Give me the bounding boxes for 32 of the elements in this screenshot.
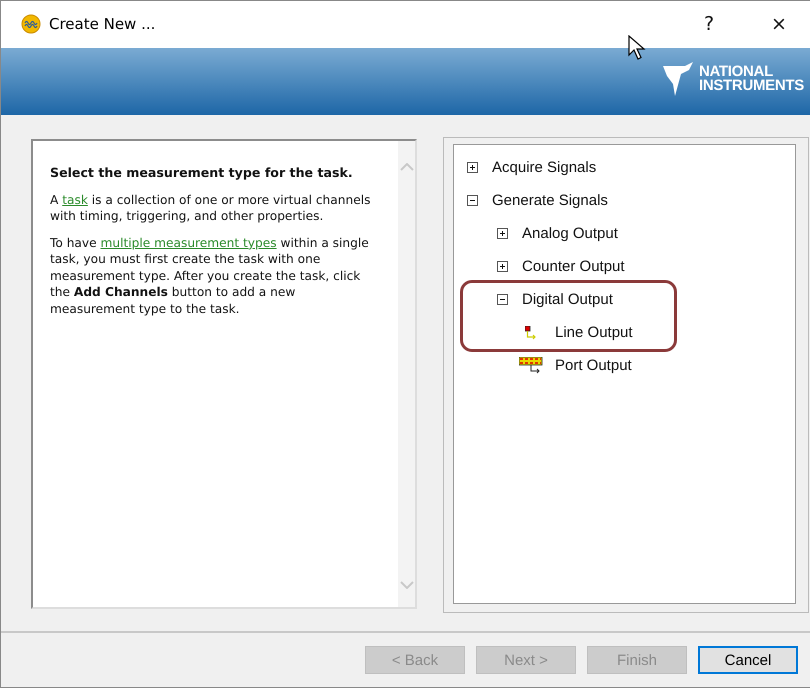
tree-row[interactable]: Digital Output [463, 283, 674, 316]
tree-item[interactable]: Counter Output [522, 258, 625, 276]
tree-row[interactable]: Analog Output [454, 217, 795, 250]
app-icon [21, 14, 41, 34]
tree-row[interactable]: Counter Output [454, 250, 795, 284]
collapse-icon[interactable] [497, 294, 508, 306]
collapse-icon[interactable] [467, 195, 478, 206]
close-button[interactable]: × [748, 1, 810, 48]
tree-item[interactable]: Port Output [555, 357, 632, 374]
help-button[interactable]: ? [678, 1, 740, 48]
dialog-button[interactable]: Cancel [698, 646, 798, 674]
expand-icon[interactable] [497, 261, 508, 272]
digital-line-icon [525, 326, 537, 340]
logo-text: NATIONAL INSTRUMENTS [698, 64, 804, 93]
tree-item[interactable]: Generate Signals [492, 192, 608, 210]
help-paragraph: A task is a collection of one or more virtual channels with timing, triggering, and other properties. [50, 192, 372, 225]
tree-item[interactable]: Line Output [555, 324, 633, 342]
help-heading: Select the measurement type for the task. [50, 165, 354, 182]
tree-row[interactable]: Line Output [463, 316, 674, 350]
expand-icon[interactable] [467, 162, 478, 174]
digital-port-icon [519, 357, 543, 374]
tree-item[interactable]: Digital Output [522, 291, 613, 308]
tree-row[interactable]: Acquire Signals [454, 151, 795, 184]
tree-item[interactable]: Analog Output [522, 225, 618, 242]
tree-item[interactable]: Acquire Signals [492, 159, 596, 176]
expand-icon[interactable] [497, 228, 508, 240]
tree-row[interactable]: Generate Signals [454, 184, 795, 218]
help-link[interactable]: task [62, 192, 88, 207]
help-paragraph: To have multiple measurement types within a single task, you must first create the task with one measurement type. After you create the task, click the Add Channels button to add a new measurement type to the task. [50, 234, 370, 318]
window-title: Create New ... [49, 15, 156, 34]
tree-row[interactable]: Port Output [454, 349, 795, 382]
help-link[interactable]: multiple measurement types [100, 236, 277, 250]
